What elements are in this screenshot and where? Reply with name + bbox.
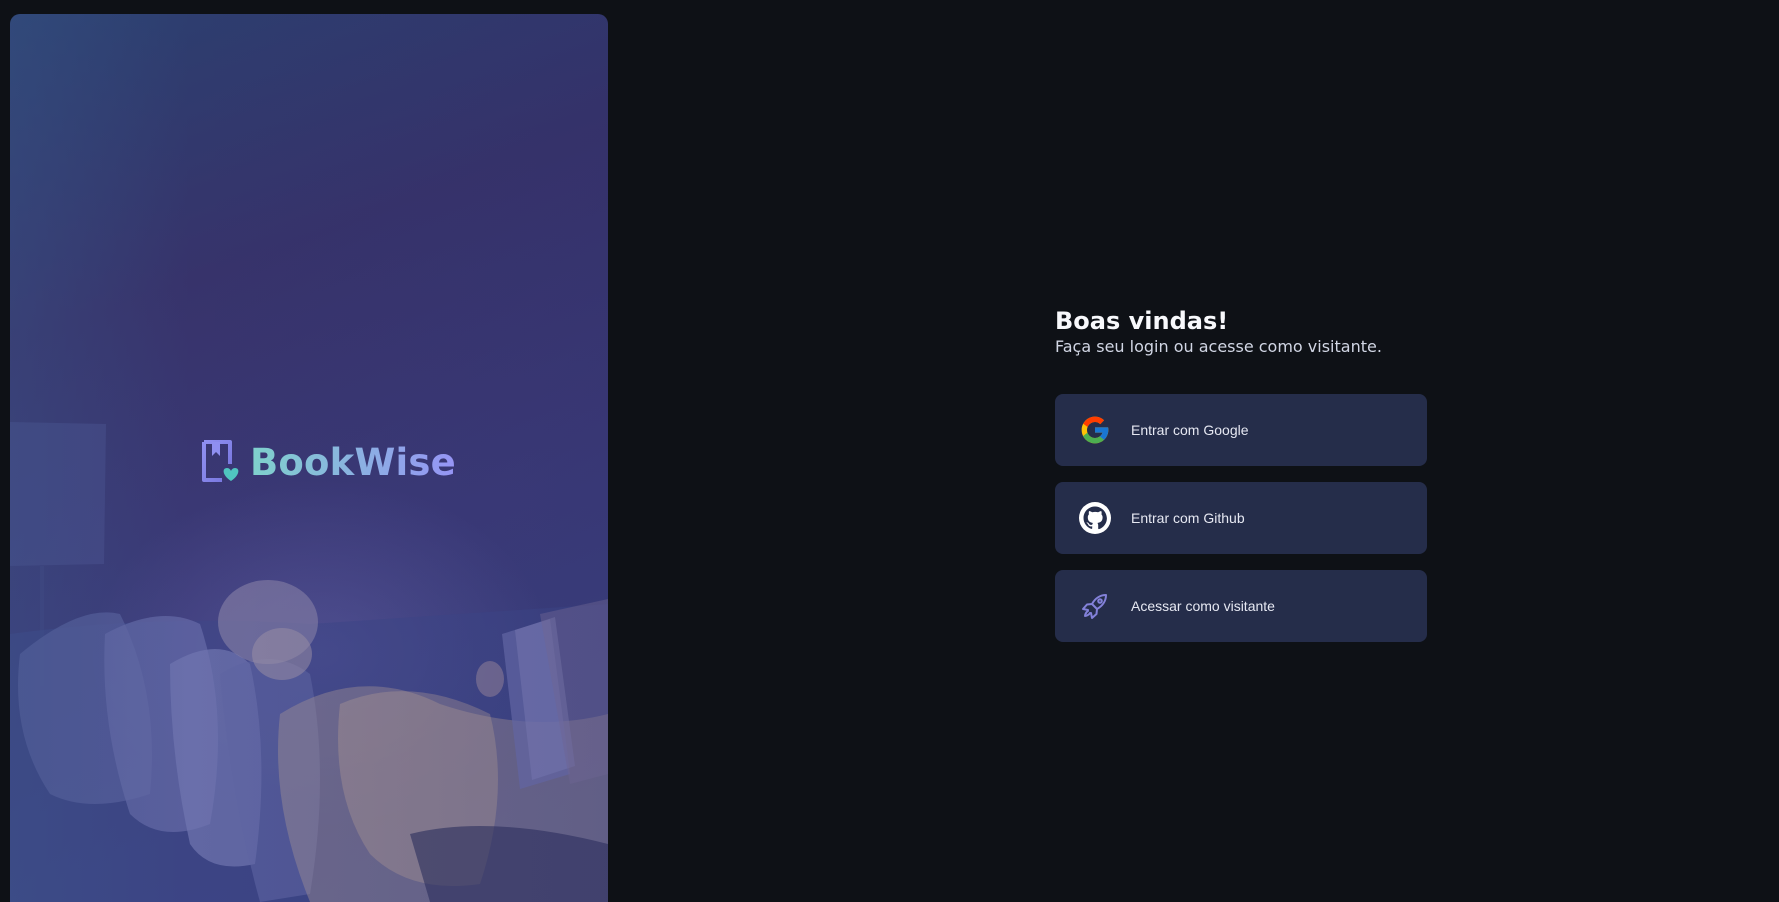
welcome-subtitle: Faça seu login ou acesse como visitante. [1055, 337, 1382, 356]
github-login-label: Entrar com Github [1131, 510, 1245, 526]
github-login-button[interactable]: Entrar com Github [1055, 482, 1427, 554]
hero-panel: BookWise [10, 14, 608, 902]
login-page: BookWise Boas vindas! Faça seu login ou … [0, 0, 1779, 902]
guest-access-button[interactable]: Acessar como visitante [1055, 570, 1427, 642]
github-icon [1079, 502, 1111, 534]
brand-logo: BookWise [200, 440, 456, 484]
guest-access-label: Acessar como visitante [1131, 598, 1275, 614]
brand-name: BookWise [250, 440, 456, 484]
google-icon [1079, 414, 1111, 446]
google-login-label: Entrar com Google [1131, 422, 1249, 438]
rocket-icon [1079, 590, 1111, 622]
login-panel: Boas vindas! Faça seu login ou acesse co… [1055, 306, 1427, 642]
google-login-button[interactable]: Entrar com Google [1055, 394, 1427, 466]
bookwise-logo-icon [200, 440, 240, 484]
login-options: Entrar com Google Entrar com Github Aces… [1055, 394, 1427, 642]
welcome-title: Boas vindas! [1055, 307, 1229, 335]
